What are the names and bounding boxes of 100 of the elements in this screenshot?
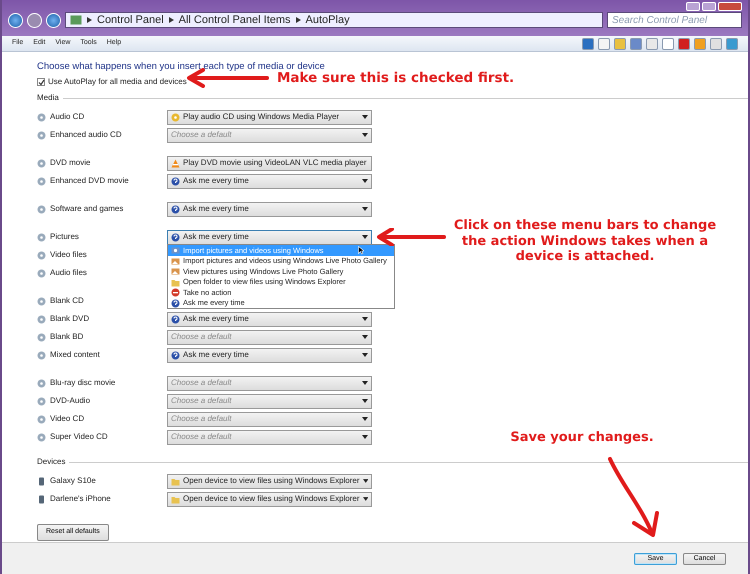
caret-icon — [362, 235, 368, 240]
toolbar-button[interactable] — [662, 38, 674, 50]
media-type-label: Darlene's iPhone — [50, 493, 111, 506]
disc-icon — [37, 250, 46, 260]
caret-icon — [362, 435, 368, 440]
breadcrumb-link[interactable]: All Control Panel Items — [178, 12, 291, 28]
dropdown[interactable]: Ask me every time — [167, 230, 372, 245]
caret-icon — [362, 115, 368, 120]
photo-icon — [171, 267, 180, 276]
help-icon — [171, 314, 180, 324]
media-type-label: Blank DVD — [50, 313, 90, 326]
breadcrumb-link[interactable]: Control Panel — [97, 12, 164, 28]
disc-icon — [37, 378, 46, 388]
toolbar-button[interactable] — [598, 38, 610, 50]
dropdown[interactable]: Play audio CD using Windows Media Player — [167, 110, 372, 125]
media-type-label: Blu-ray disc movie — [50, 377, 116, 390]
disc-icon — [37, 350, 46, 360]
disc-icon — [171, 112, 180, 122]
help-icon — [171, 350, 180, 360]
caret-icon — [362, 497, 368, 502]
up-button[interactable] — [46, 12, 61, 28]
forward-button[interactable] — [27, 12, 42, 28]
cone-icon — [171, 158, 180, 168]
media-type-label: DVD-Audio — [50, 395, 90, 408]
caret-icon — [362, 479, 368, 484]
media-type-label: Enhanced DVD movie — [50, 175, 129, 188]
address-bar[interactable]: Control Panel All Control Panel Items AutoPlay — [65, 12, 603, 28]
media-type-label: DVD movie — [50, 157, 90, 170]
disc-icon — [37, 112, 46, 122]
disc-icon — [37, 176, 46, 186]
disc-icon — [37, 296, 46, 306]
dropdown[interactable]: Ask me every time — [167, 312, 372, 327]
media-type-label: Software and games — [50, 203, 124, 216]
caret-icon — [362, 317, 368, 322]
media-type-label: Blank CD — [50, 295, 84, 308]
help-icon — [171, 204, 180, 214]
disc-icon — [37, 314, 46, 324]
caret-icon — [362, 133, 368, 138]
annotation-text: Click on these menu bars to change the action Windows takes when a device is attached. — [452, 218, 718, 265]
back-button[interactable] — [8, 12, 23, 28]
caret-icon — [362, 179, 368, 184]
checkbox-label: Use AutoPlay for all media and devices — [48, 76, 187, 88]
dropdown[interactable]: Open device to view files using Windows Explorer — [167, 492, 372, 507]
media-type-label: Pictures — [50, 231, 79, 244]
maximize-button[interactable] — [702, 2, 716, 11]
media-type-label: Super Video CD — [50, 431, 108, 444]
disc-icon — [37, 130, 46, 140]
disc-icon — [37, 414, 46, 424]
folder-icon — [171, 278, 180, 286]
caret-icon — [362, 335, 368, 340]
camera-icon — [171, 246, 180, 255]
caret-icon — [362, 207, 368, 212]
disc-icon — [37, 396, 46, 406]
media-type-label: Video CD — [50, 413, 84, 426]
toolbar-button[interactable] — [694, 38, 706, 50]
media-type-label: Galaxy S10e — [50, 475, 96, 488]
disc-icon — [37, 204, 46, 214]
toolbar-button[interactable] — [614, 38, 626, 50]
help-icon — [171, 232, 180, 242]
section-label: Media — [37, 92, 59, 104]
media-type-label: Enhanced audio CD — [50, 129, 122, 142]
help-icon — [171, 176, 180, 186]
breadcrumb-link[interactable]: AutoPlay — [306, 12, 350, 28]
media-type-label: Audio CD — [50, 111, 84, 124]
disc-icon — [37, 232, 46, 242]
toolbar-button[interactable] — [678, 38, 690, 50]
close-button[interactable] — [718, 2, 742, 11]
media-type-label: Blank BD — [50, 331, 84, 344]
dropdown[interactable]: Ask me every time — [167, 174, 372, 189]
breadcrumb-arrow-icon — [296, 17, 301, 23]
control-panel-icon — [70, 15, 82, 25]
toolbar-button[interactable] — [582, 38, 594, 50]
dropdown[interactable]: Open device to view files using Windows Explorer — [167, 474, 372, 489]
breadcrumb-arrow-icon — [87, 17, 92, 23]
disc-icon — [37, 158, 46, 168]
toolbar-button[interactable] — [710, 38, 722, 50]
autoplay-checkbox[interactable] — [37, 78, 45, 86]
toolbar-button[interactable] — [726, 38, 738, 50]
dropdown[interactable]: Play DVD movie using VideoLAN VLC media player — [167, 156, 372, 171]
caret-icon — [362, 381, 368, 386]
disc-icon — [37, 432, 46, 442]
toolbar-button[interactable] — [630, 38, 642, 50]
minimize-button[interactable] — [686, 2, 700, 11]
media-type-label: Mixed content — [50, 349, 100, 362]
no-entry-icon — [171, 288, 180, 297]
dropdown[interactable]: Ask me every time — [167, 348, 372, 363]
caret-icon — [362, 353, 368, 358]
disc-icon — [37, 268, 46, 278]
pointer-arrow — [376, 228, 446, 246]
media-type-label: Audio files — [50, 267, 87, 280]
page-heading: Choose what happens when you insert each type of media or device — [37, 60, 326, 72]
annotation-text: Make sure this is checked first. — [277, 70, 516, 86]
dropdown[interactable]: Ask me every time — [167, 202, 372, 217]
disc-icon — [37, 332, 46, 342]
annotation-text: Save your changes. — [509, 430, 655, 446]
media-type-label: Video files — [50, 249, 87, 262]
breadcrumb-arrow-icon — [168, 17, 174, 23]
caret-icon — [362, 417, 368, 422]
toolbar-button[interactable] — [646, 38, 658, 50]
search-field[interactable]: Search Control Panel — [607, 12, 742, 28]
